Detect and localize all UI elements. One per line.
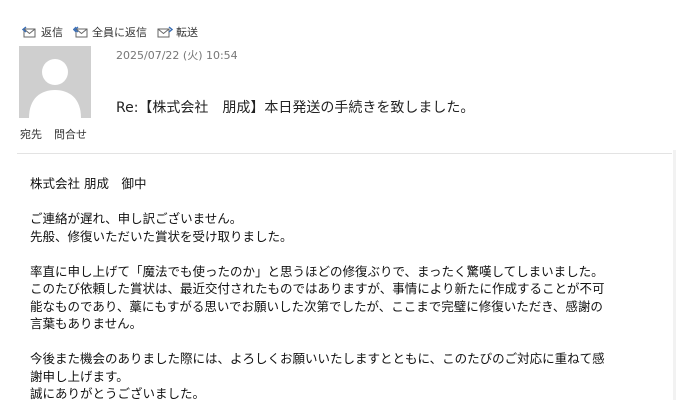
body-blank-line: [30, 245, 676, 263]
forward-button[interactable]: 転送: [157, 24, 198, 40]
person-silhouette-icon: [19, 46, 91, 118]
message-subject: Re:【株式会社 朋成】本日発送の手続きを致しました。: [116, 100, 475, 116]
reply-all-label: 全員に返信: [92, 26, 147, 39]
body-line: 率直に申し上げて「魔法でも使ったのか」と思うほどの修復ぶりで、まったく驚嘆してし…: [30, 263, 604, 279]
message-date: 2025/07/22 (火) 10:54: [116, 49, 238, 62]
body-line: 今後また機会のありました際には、よろしくお願いいたしますとともに、このたびのご対…: [30, 351, 605, 366]
reply-all-icon: [73, 26, 88, 37]
sender-avatar: [19, 46, 91, 118]
body-blank-line: [30, 193, 676, 211]
message-toolbar: 返信 全員に返信 転送: [22, 24, 208, 40]
inquiry-link[interactable]: 問合せ: [54, 126, 87, 142]
body-line: 株式会社 朋成 御中: [30, 176, 147, 191]
body-line: ご連絡が遅れ、申し訳ございません。: [30, 211, 243, 226]
message-body: 株式会社 朋成 御中 ご連絡が遅れ、申し訳ございません。 先般、修復いただいた賞…: [30, 175, 676, 400]
to-link[interactable]: 宛先: [20, 126, 42, 142]
body-line: 誠にありがとうございました。: [30, 386, 206, 400]
forward-icon: [157, 25, 173, 37]
body-line: 先般、修復いただいた賞状を受け取りました。: [30, 228, 293, 244]
recipient-links: 宛先 問合せ: [20, 126, 99, 142]
reply-button[interactable]: 返信: [22, 24, 63, 40]
reply-icon: [22, 25, 36, 37]
body-line: 言葉もありません。: [30, 316, 143, 331]
reply-label: 返信: [41, 26, 63, 39]
header-divider: [17, 153, 672, 154]
body-line: このたび依頼した賞状は、最近交付されたものではありますが、事情により新たに作成す…: [30, 281, 605, 296]
body-line: 謝申し上げます。: [30, 368, 129, 384]
body-line: 能なものであり、藁にもすがる思いでお願いした次第でしたが、ここまで完璧に修復いた…: [30, 298, 603, 314]
forward-label: 転送: [176, 26, 198, 39]
reply-all-button[interactable]: 全員に返信: [73, 24, 147, 40]
body-blank-line: [30, 333, 676, 351]
